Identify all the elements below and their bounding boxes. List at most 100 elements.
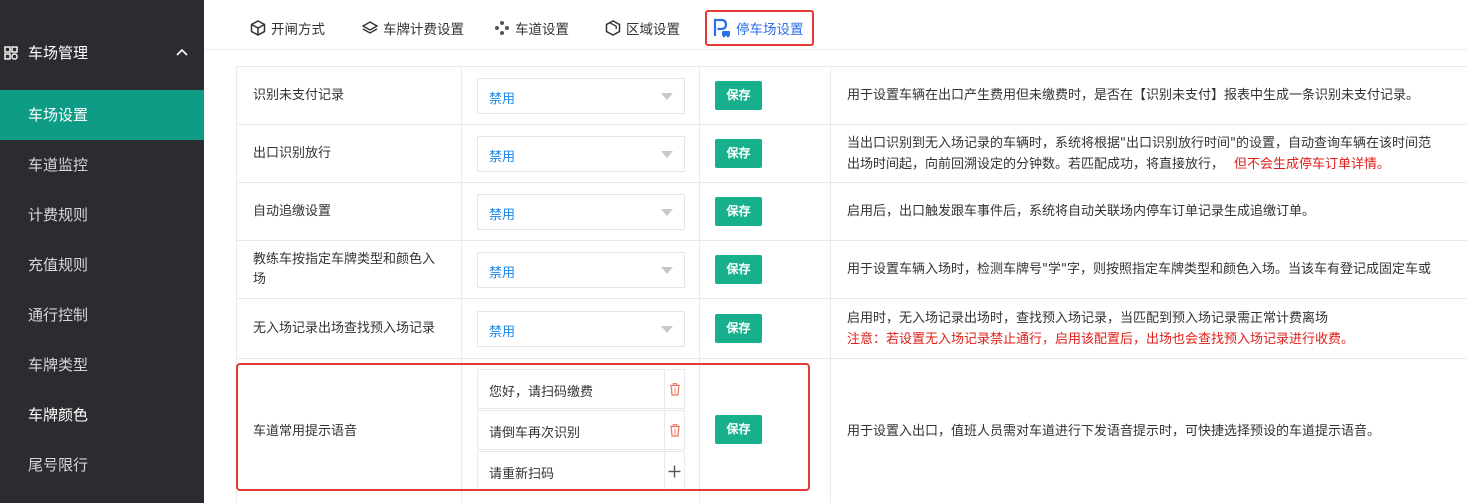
add-button[interactable] <box>664 452 684 490</box>
description-line: 当出口识别到无入场记录的车辆时，系统将根据"出口识别放行时间"的设置，自动查询车… <box>847 135 1431 151</box>
setting-select[interactable]: 禁用 <box>477 194 685 230</box>
table-row: 识别未支付记录 禁用 保存 用于设置车辆在出口产生费用但未缴费时，是否在【识别未… <box>237 67 1467 125</box>
trash-icon <box>669 382 680 396</box>
sidebar: 车场管理 车场设置 车道监控 计费规则 充值规则 通行控制 车牌类型 车牌颜色 … <box>0 0 204 503</box>
sidebar-item-billing-rules[interactable]: 计费规则 <box>0 190 204 240</box>
description-line: 出场时间起，向前回溯设定的分钟数。若匹配成功，将直接放行， 但不会生成停车订单详情… <box>847 154 1452 175</box>
voice-prompt-input[interactable]: 请重新扫码 <box>489 463 554 482</box>
setting-description: 当出口识别到无入场记录的车辆时，系统将根据"出口识别放行时间"的设置，自动查询车… <box>831 125 1467 182</box>
save-button[interactable]: 保存 <box>715 197 762 226</box>
description-text: 出场时间起，向前回溯设定的分钟数。若匹配成功，将直接放行， <box>847 156 1225 172</box>
caret-down-icon <box>661 151 673 158</box>
sidebar-item-tail-number-limit[interactable]: 尾号限行 <box>0 440 204 490</box>
nodes-icon <box>495 21 509 35</box>
voice-prompt-list: 您好，请扫码缴费 请倒车再次识别 请重新扫码 <box>477 369 685 499</box>
tab-area-settings[interactable]: 区域设置 <box>605 10 680 46</box>
settings-table: 识别未支付记录 禁用 保存 用于设置车辆在出口产生费用但未缴费时，是否在【识别未… <box>236 66 1467 503</box>
sidebar-item-access-control[interactable]: 通行控制 <box>0 290 204 340</box>
save-cell: 保存 <box>700 125 831 182</box>
tab-label: 区域设置 <box>626 22 680 38</box>
save-cell: 保存 <box>700 299 831 358</box>
table-row: 出口识别放行 禁用 保存 当出口识别到无入场记录的车辆时，系统将根据"出口识别放… <box>237 125 1467 183</box>
save-button[interactable]: 保存 <box>715 314 762 343</box>
voice-prompt-item: 您好，请扫码缴费 <box>477 369 685 409</box>
save-cell: 保存 <box>700 67 831 124</box>
box-icon <box>605 20 621 36</box>
setting-select[interactable]: 禁用 <box>477 136 685 172</box>
sidebar-item-plate-colors[interactable]: 车牌颜色 <box>0 390 204 440</box>
setting-control-cell: 禁用 <box>462 125 700 182</box>
setting-control-cell: 禁用 <box>462 299 700 358</box>
setting-name: 出口识别放行 <box>237 125 462 182</box>
table-row-voice: 车道常用提示语音 您好，请扫码缴费 请倒车再次识别 请重新扫码 保存 用于设置入… <box>237 359 1467 503</box>
setting-select[interactable]: 禁用 <box>477 78 685 114</box>
select-value: 禁用 <box>489 266 516 281</box>
caret-down-icon <box>661 267 673 274</box>
description-line: 用于设置入出口，值班人员需对车道进行下发语音提示时，可快捷选择预设的车道提示语音… <box>847 424 1381 439</box>
sidebar-item-lane-monitor[interactable]: 车道监控 <box>0 140 204 190</box>
select-value: 禁用 <box>489 92 516 107</box>
select-value: 禁用 <box>489 150 516 165</box>
description-line: 启用时，无入场记录出场时，查找预入场记录，当匹配到预入场记录需正常计费离场 <box>847 310 1329 326</box>
description-line: 用于设置车辆入场时，检测车牌号"学"字，则按照指定车牌类型和颜色入场。当该车有登… <box>847 262 1431 277</box>
delete-button[interactable] <box>664 411 684 449</box>
save-cell: 保存 <box>700 183 831 240</box>
tab-parking-lot-settings[interactable]: 停车场设置 <box>705 10 814 46</box>
setting-name: 车道常用提示语音 <box>237 359 462 503</box>
delete-button[interactable] <box>664 370 684 408</box>
layers-icon <box>362 21 378 34</box>
voice-prompt-item: 请重新扫码 <box>477 451 685 491</box>
setting-control-cell: 禁用 <box>462 241 700 298</box>
sidebar-group-parking-management[interactable]: 车场管理 <box>0 24 204 80</box>
select-value: 禁用 <box>489 208 516 223</box>
chevron-up-icon[interactable] <box>176 48 188 56</box>
tab-bar: 开闸方式 车牌计费设置 车道设置 区域设置 停车场设置 <box>204 0 1467 50</box>
table-row: 教练车按指定车牌类型和颜色入场 禁用 保存 用于设置车辆入场时，检测车牌号"学"… <box>237 241 1467 299</box>
parking-icon <box>713 18 730 38</box>
save-button[interactable]: 保存 <box>715 81 762 110</box>
save-cell: 保存 <box>700 241 831 298</box>
save-cell: 保存 <box>700 359 831 503</box>
setting-description: 用于设置车辆在出口产生费用但未缴费时，是否在【识别未支付】报表中生成一条识别未支… <box>831 67 1467 124</box>
select-value: 禁用 <box>489 325 516 340</box>
tab-gate-open-mode[interactable]: 开闸方式 <box>250 10 325 46</box>
setting-select[interactable]: 禁用 <box>477 311 685 347</box>
grid-icon <box>4 46 18 60</box>
sidebar-group-label: 车场管理 <box>28 44 89 62</box>
table-row: 自动追缴设置 禁用 保存 启用后，出口触发跟车事件后，系统将自动关联场内停车订单… <box>237 183 1467 241</box>
cube-icon <box>250 20 266 36</box>
save-button[interactable]: 保存 <box>715 255 762 284</box>
app-root: 车场管理 车场设置 车道监控 计费规则 充值规则 通行控制 车牌类型 车牌颜色 … <box>0 0 1467 503</box>
caret-down-icon <box>661 93 673 100</box>
voice-prompt-input[interactable]: 请倒车再次识别 <box>489 422 580 441</box>
voice-prompt-item: 请倒车再次识别 <box>477 410 685 450</box>
description-line: 启用后，出口触发跟车事件后，系统将自动关联场内停车订单记录生成追缴订单。 <box>847 204 1316 219</box>
description-warning: 注意：若设置无入场记录禁止通行，启用该配置后，出场也会查找预入场记录进行收费。 <box>847 331 1355 347</box>
tab-label: 停车场设置 <box>736 22 804 38</box>
voice-prompt-input[interactable]: 您好，请扫码缴费 <box>489 381 593 400</box>
save-button[interactable]: 保存 <box>715 139 762 168</box>
tab-label: 车牌计费设置 <box>383 22 464 38</box>
setting-select[interactable]: 禁用 <box>477 252 685 288</box>
save-button[interactable]: 保存 <box>715 415 762 444</box>
setting-name: 教练车按指定车牌类型和颜色入场 <box>237 241 462 298</box>
setting-control-cell: 禁用 <box>462 67 700 124</box>
setting-control-cell: 禁用 <box>462 183 700 240</box>
description-warning: 但不会生成停车订单详情。 <box>1234 156 1391 172</box>
setting-description: 用于设置车辆入场时，检测车牌号"学"字，则按照指定车牌类型和颜色入场。当该车有登… <box>831 241 1467 298</box>
tab-lane-settings[interactable]: 车道设置 <box>494 10 569 46</box>
caret-down-icon <box>661 326 673 333</box>
sidebar-item-recharge-rules[interactable]: 充值规则 <box>0 240 204 290</box>
caret-down-icon <box>661 209 673 216</box>
plus-icon <box>668 465 681 477</box>
setting-description: 启用时，无入场记录出场时，查找预入场记录，当匹配到预入场记录需正常计费离场 注意… <box>831 299 1467 358</box>
sidebar-item-plate-types[interactable]: 车牌类型 <box>0 340 204 390</box>
sidebar-item-parking-settings[interactable]: 车场设置 <box>0 90 204 140</box>
table-row: 无入场记录出场查找预入场记录 禁用 保存 启用时，无入场记录出场时，查找预入场记… <box>237 299 1467 359</box>
tab-label: 开闸方式 <box>271 22 325 38</box>
tab-plate-billing[interactable]: 车牌计费设置 <box>362 10 464 46</box>
setting-control-cell: 您好，请扫码缴费 请倒车再次识别 请重新扫码 <box>462 359 700 503</box>
setting-name: 自动追缴设置 <box>237 183 462 240</box>
tab-label: 车道设置 <box>515 22 569 38</box>
description-line: 用于设置车辆在出口产生费用但未缴费时，是否在【识别未支付】报表中生成一条识别未支… <box>847 88 1420 103</box>
